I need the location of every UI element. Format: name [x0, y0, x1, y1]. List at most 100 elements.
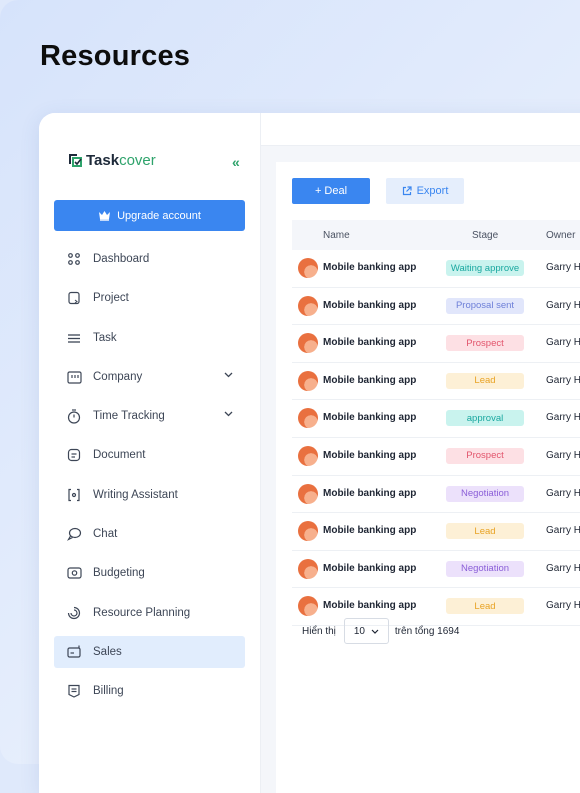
deal-name[interactable]: Mobile banking app: [323, 412, 416, 423]
chat-icon: [66, 526, 82, 542]
stage-badge: Lead: [446, 523, 524, 540]
table-row[interactable]: Mobile banking app approval Garry H: [292, 400, 580, 438]
deal-name[interactable]: Mobile banking app: [323, 525, 416, 536]
stage-badge: Waiting approve: [446, 260, 524, 276]
owner-name: Garry H: [546, 374, 580, 386]
avatar: [298, 596, 318, 617]
budgeting-icon: [66, 565, 82, 581]
sidebar-item-document[interactable]: Document: [54, 439, 245, 471]
avatar: [298, 333, 318, 354]
collapse-sidebar-icon[interactable]: «: [232, 154, 240, 170]
sidebar-item-label: Project: [93, 292, 129, 305]
upgrade-account-label: Upgrade account: [117, 209, 201, 222]
owner-name: Garry H: [546, 487, 580, 499]
logo-text-part2: cover: [119, 151, 156, 169]
table-row[interactable]: Mobile banking app Prospect Garry H: [292, 325, 580, 363]
chevron-down-icon: [371, 629, 379, 634]
page-title: Resources: [40, 40, 191, 72]
chevron-down-icon[interactable]: [224, 411, 233, 417]
page-size-value: 10: [353, 625, 365, 637]
sidebar: Taskcover « Upgrade account Dashboard Pr…: [39, 113, 261, 793]
add-deal-button[interactable]: + Deal: [292, 178, 370, 204]
owner-name: Garry H: [546, 562, 580, 574]
sidebar-item-budgeting[interactable]: Budgeting: [54, 557, 245, 589]
upgrade-account-button[interactable]: Upgrade account: [54, 200, 245, 231]
sidebar-item-resource-planning[interactable]: Resource Planning: [54, 597, 245, 629]
sidebar-item-label: Budgeting: [93, 567, 145, 580]
resource-planning-icon: [66, 605, 82, 621]
stage-badge: Proposal sent: [446, 297, 524, 314]
page-size-select[interactable]: 10: [343, 618, 389, 644]
deal-name[interactable]: Mobile banking app: [323, 488, 416, 499]
writing-assistant-icon: [66, 487, 82, 503]
taskcover-logo-icon: [69, 154, 82, 167]
chevron-down-icon[interactable]: [224, 372, 233, 378]
table-row[interactable]: Mobile banking app Negotiation Garry H: [292, 476, 580, 514]
dashboard-icon: [66, 251, 82, 267]
owner-name: Garry H: [546, 337, 580, 349]
deals-table-body: Mobile banking app Waiting approve Garry…: [292, 250, 580, 626]
stage-badge: approval: [446, 410, 524, 427]
sidebar-item-time-tracking[interactable]: Time Tracking: [54, 400, 245, 432]
deal-name[interactable]: Mobile banking app: [323, 337, 416, 348]
sidebar-item-label: Company: [93, 370, 143, 383]
sidebar-item-sales[interactable]: Sales: [54, 635, 245, 668]
sidebar-item-task[interactable]: Task: [54, 322, 245, 354]
sidebar-item-company[interactable]: Company: [54, 361, 245, 393]
deals-panel: + Deal Export Name Stage Owner Mobile ba…: [276, 162, 580, 793]
sidebar-item-dashboard[interactable]: Dashboard: [54, 243, 245, 275]
app-window: Taskcover « Upgrade account Dashboard Pr…: [39, 113, 580, 793]
deal-name[interactable]: Mobile banking app: [323, 262, 416, 273]
app-logo-text: Taskcover: [86, 152, 156, 169]
owner-name: Garry H: [546, 449, 580, 461]
sidebar-item-project[interactable]: Project: [54, 282, 245, 314]
avatar: [298, 295, 318, 316]
avatar: [298, 521, 318, 542]
deal-name[interactable]: Mobile banking app: [323, 563, 416, 574]
deal-name[interactable]: Mobile banking app: [323, 450, 416, 461]
sidebar-item-label: Dashboard: [93, 253, 150, 265]
owner-name: Garry H: [546, 525, 580, 537]
deal-name[interactable]: Mobile banking app: [323, 600, 416, 611]
table-row[interactable]: Mobile banking app Waiting approve Garry…: [292, 250, 580, 288]
sidebar-item-label: Chat: [93, 528, 118, 541]
column-header-owner[interactable]: Owner: [546, 230, 575, 241]
sales-icon: [66, 644, 82, 660]
sidebar-item-label: Task: [93, 331, 117, 344]
project-icon: [66, 290, 82, 306]
avatar: [298, 258, 318, 278]
owner-name: Garry H: [546, 412, 580, 424]
stage-badge: Lead: [446, 598, 524, 615]
table-row[interactable]: Mobile banking app Negotiation Garry H: [292, 551, 580, 589]
export-label: Export: [416, 185, 449, 197]
sidebar-item-billing[interactable]: Billing: [54, 675, 245, 707]
main-content: + Deal Export Name Stage Owner Mobile ba…: [261, 146, 580, 793]
logo-text-part1: Task: [86, 151, 120, 169]
pagination: Hiển thị 10 trên tổng 1694: [302, 618, 459, 644]
table-row[interactable]: Mobile banking app Lead Garry H: [292, 363, 580, 401]
owner-name: Garry H: [546, 299, 580, 311]
table-header: Name Stage Owner: [292, 220, 580, 250]
table-row[interactable]: Mobile banking app Prospect Garry H: [292, 438, 580, 476]
column-header-stage[interactable]: Stage: [472, 230, 498, 241]
billing-icon: [66, 683, 82, 699]
export-button[interactable]: Export: [386, 178, 464, 204]
sidebar-item-chat[interactable]: Chat: [54, 518, 245, 550]
app-logo[interactable]: Taskcover: [66, 151, 156, 169]
deal-name[interactable]: Mobile banking app: [323, 375, 416, 386]
page-size-label: Hiển thị: [302, 625, 336, 637]
sidebar-item-label: Billing: [93, 685, 124, 698]
total-count-label: trên tổng 1694: [394, 625, 460, 637]
deal-name[interactable]: Mobile banking app: [323, 300, 416, 311]
column-header-name[interactable]: Name: [323, 230, 350, 241]
table-row[interactable]: Mobile banking app Proposal sent Garry H: [292, 288, 580, 326]
avatar: [298, 483, 318, 504]
sidebar-item-label: Resource Planning: [93, 606, 191, 619]
sidebar-item-label: Time Tracking: [93, 410, 165, 423]
sidebar-item-writing-assistant[interactable]: Writing Assistant: [54, 479, 245, 511]
stage-badge: Prospect: [446, 447, 524, 464]
sidebar-nav: Dashboard Project Task Company Time Trac…: [54, 243, 245, 715]
sidebar-item-label: Sales: [93, 645, 122, 658]
table-row[interactable]: Mobile banking app Lead Garry H: [292, 513, 580, 551]
stage-badge: Lead: [446, 372, 524, 389]
